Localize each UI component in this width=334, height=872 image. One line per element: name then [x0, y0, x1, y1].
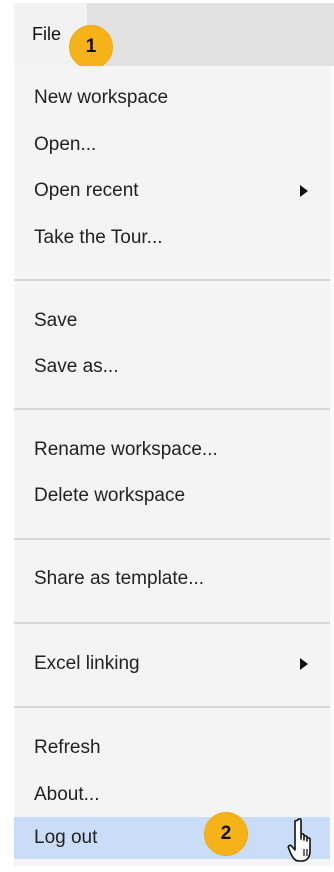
menu-item-label: Log out: [34, 827, 98, 848]
menu-item-take-the-tour[interactable]: Take the Tour...: [14, 217, 330, 259]
callout-badge-2: 2: [204, 812, 248, 856]
menu-separator: [14, 408, 330, 410]
menu-item-excel-linking[interactable]: Excel linking: [14, 643, 330, 685]
menu-separator: [14, 538, 330, 540]
menu-item-share-as-template[interactable]: Share as template...: [14, 558, 330, 600]
menu-item-open-recent[interactable]: Open recent: [14, 170, 330, 212]
menu-separator: [14, 279, 330, 281]
callout-badge-1: 1: [69, 25, 113, 69]
menu-item-save-as[interactable]: Save as...: [14, 346, 330, 388]
menu-item-label: Open...: [34, 134, 97, 155]
menu-separator: [14, 706, 330, 708]
submenu-arrow-icon: [300, 185, 308, 197]
menu-item-label: Excel linking: [34, 653, 140, 674]
menu-item-log-out[interactable]: Log out: [14, 817, 330, 859]
menu-item-refresh[interactable]: Refresh: [14, 727, 330, 769]
menu-item-label: Open recent: [34, 180, 139, 201]
menu-separator: [14, 622, 330, 624]
menu-item-save[interactable]: Save: [14, 300, 330, 342]
menu-item-label: Delete workspace: [34, 485, 186, 506]
menu-item-new-workspace[interactable]: New workspace: [14, 77, 330, 119]
menu-right-edge: [330, 66, 334, 866]
menu-item-label: Share as template...: [34, 568, 205, 589]
menu-item-delete-workspace[interactable]: Delete workspace: [14, 475, 330, 517]
menu-item-about[interactable]: About...: [14, 774, 330, 816]
menu-item-label: Save: [34, 310, 78, 331]
menu-item-label: New workspace: [34, 87, 169, 108]
submenu-arrow-icon: [300, 658, 308, 670]
hand-pointer-icon: [287, 818, 311, 862]
menu-item-label: Save as...: [34, 356, 119, 377]
menu-item-label: About...: [34, 784, 100, 805]
screen: File 1 New workspace Open... Open recent…: [0, 0, 334, 872]
menu-item-label: Take the Tour...: [34, 227, 163, 248]
menu-item-open[interactable]: Open...: [14, 124, 330, 166]
menu-item-label: Rename workspace...: [34, 439, 218, 460]
menu-item-label: Refresh: [34, 737, 101, 758]
menu-item-rename-workspace[interactable]: Rename workspace...: [14, 429, 330, 471]
file-menu-label[interactable]: File: [32, 24, 61, 44]
